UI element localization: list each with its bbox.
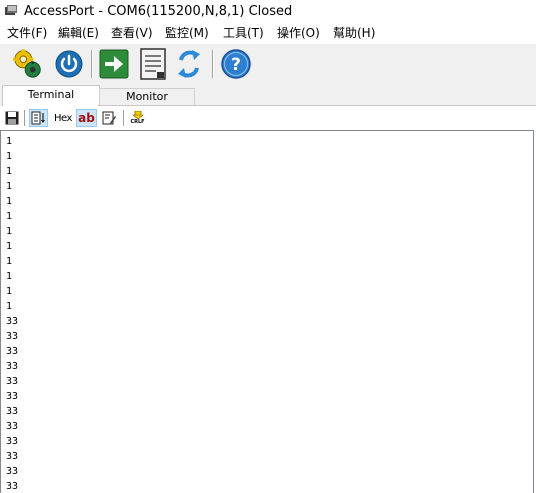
terminal-line: 1 [6,166,13,177]
power-button[interactable] [53,48,85,80]
help-icon: ? [221,49,251,79]
menu-operation[interactable]: 操作(O) [277,25,320,41]
refresh-icon [178,50,200,78]
menu-monitor[interactable]: 監控(M) [165,25,209,41]
terminal-toolbar: Hex ab CRLF [0,106,536,130]
terminal-line: 1 [6,256,13,267]
terminal-line: 33 [6,391,19,402]
terminal-line: 1 [6,301,13,312]
menu-edit[interactable]: 編輯(E) [58,25,99,41]
terminal-line: 33 [6,466,19,477]
terminal-line: 33 [6,361,19,372]
tab-terminal[interactable]: Terminal [2,85,100,107]
document-button[interactable] [137,48,169,80]
terminal-line: 1 [6,241,13,252]
help-button[interactable]: ? [220,48,252,80]
crlf-label: CRLF [130,119,145,125]
title-bar: AccessPort - COM6(115200,N,8,1) Closed [0,0,536,24]
terminal-line: 33 [6,421,19,432]
terminal-line: 33 [6,331,19,342]
edit-icon [102,111,116,125]
menu-tools[interactable]: 工具(T) [223,25,264,41]
main-toolbar: ? [0,44,536,84]
terminal-line: 33 [6,436,19,447]
save-icon [5,111,18,125]
terminal-line: 33 [6,316,19,327]
terminal-line: 33 [6,376,19,387]
terminal-line: 1 [6,271,13,282]
terminal-line: 1 [6,286,13,297]
window-title: AccessPort - COM6(115200,N,8,1) Closed [24,4,293,19]
menu-help[interactable]: 幫助(H) [333,25,375,41]
toolbar-separator [24,110,25,126]
menu-bar: 文件(F) 編輯(E) 查看(V) 監控(M) 工具(T) 操作(O) 幫助(H… [0,24,536,43]
toolbar-separator [91,50,93,78]
auto-scroll-button[interactable] [29,109,48,127]
terminal-line: 1 [6,151,13,162]
terminal-line: 1 [6,226,13,237]
terminal-line: 1 [6,181,13,192]
menu-view[interactable]: 查看(V) [111,25,153,41]
scroll-down-icon [31,111,45,125]
terminal-line: 1 [6,211,13,222]
toolbar-separator [123,110,124,126]
terminal-line: 1 [6,196,13,207]
toolbar-separator [212,50,214,78]
text-mode-button[interactable]: ab [76,109,97,127]
open-port-button[interactable] [98,48,130,80]
svg-text:?: ? [231,55,241,75]
edit-button[interactable] [100,109,119,127]
port-settings-icon [12,48,41,78]
terminal-line: 33 [6,481,19,492]
terminal-output[interactable]: 1 1 1 1 1 1 1 1 1 1 1 1 33 33 33 33 33 33 33 33 33 33 33 33 [0,130,534,493]
terminal-line: 33 [6,406,19,417]
terminal-line: 33 [6,451,19,462]
terminal-line: 33 [6,346,19,357]
power-icon [55,50,83,78]
document-icon [140,48,166,80]
save-button[interactable] [2,109,21,127]
port-settings-button[interactable] [12,48,44,80]
refresh-button[interactable] [173,48,205,80]
menu-file[interactable]: 文件(F) [7,25,47,41]
open-port-icon [99,49,129,79]
app-icon [5,5,17,15]
hex-button[interactable]: Hex [52,109,74,127]
tab-bar: Terminal Monitor [0,84,536,107]
crlf-button[interactable]: CRLF [128,109,147,127]
terminal-line: 1 [6,136,13,147]
